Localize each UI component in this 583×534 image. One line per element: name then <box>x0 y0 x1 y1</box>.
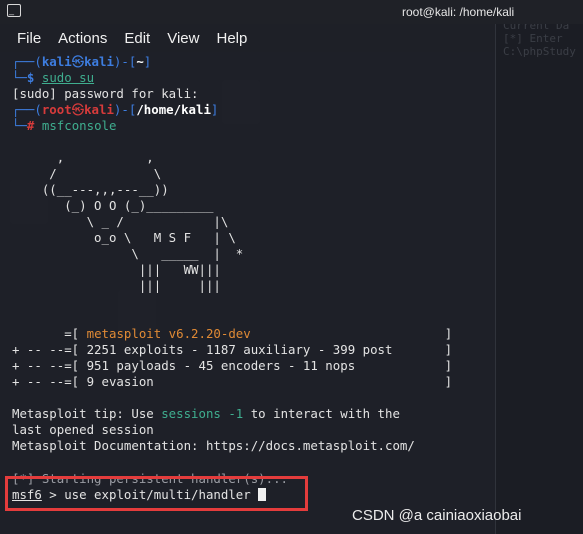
ascii-art-line: , , <box>12 150 154 165</box>
sudo-password-prompt: [sudo] password for kali: <box>12 86 199 101</box>
menu-bar: File Actions Edit View Help <box>0 24 495 52</box>
background-console-panel: Action In Current Da [*] Enter C:\phpStu… <box>495 0 583 534</box>
metasploit-tip: Metasploit tip: Use sessions -1 to inter… <box>12 406 400 421</box>
menu-edit[interactable]: Edit <box>124 30 150 47</box>
prompt-line-root: ┌──(root㉿kali)-[/home/kali] <box>12 102 219 117</box>
ascii-art-line: (_) O O (_)_________ <box>12 198 214 213</box>
window-title: root@kali: /home/kali <box>402 5 515 19</box>
stats-line: + -- --=[ 9 evasion ] <box>12 374 453 389</box>
metasploit-version-banner: =[ metasploit v6.2.20-dev ] <box>12 326 453 341</box>
command-line-msfconsole: └─# msfconsole <box>12 118 117 133</box>
ascii-art-line: / \ <box>12 166 162 181</box>
prompt-line-user: ┌──(kali㉿kali)-[~] <box>12 54 152 69</box>
menu-actions[interactable]: Actions <box>58 30 107 47</box>
command-line-sudo: └─$ sudo su <box>12 70 95 85</box>
ascii-art-line: \ _ / |\ <box>12 214 229 229</box>
ascii-art-line: ((__---,,,---__)) <box>12 182 169 197</box>
watermark: CSDN @a cainiaoxiaobai <box>352 507 522 524</box>
menu-file[interactable]: File <box>17 30 41 47</box>
ascii-art-line: ||| ||| <box>12 278 221 293</box>
stats-line: + -- --=[ 2251 exploits - 1187 auxiliary… <box>12 342 453 357</box>
ascii-art-line: ||| WW||| <box>12 262 221 277</box>
metasploit-docs-link: Metasploit Documentation: https://docs.m… <box>12 438 415 453</box>
ascii-art-line: o_o \ M S F | \ <box>12 230 236 245</box>
terminal-icon: _ <box>7 4 21 17</box>
stats-line: + -- --=[ 951 payloads - 45 encoders - 1… <box>12 358 453 373</box>
window-titlebar[interactable]: _ root@kali: /home/kali <box>0 0 583 24</box>
ascii-art-line: \ _____ | * <box>12 246 244 261</box>
menu-view[interactable]: View <box>167 30 199 47</box>
highlight-annotation-box <box>5 476 308 511</box>
menu-help[interactable]: Help <box>216 30 247 47</box>
metasploit-tip-continued: last opened session <box>12 422 154 437</box>
